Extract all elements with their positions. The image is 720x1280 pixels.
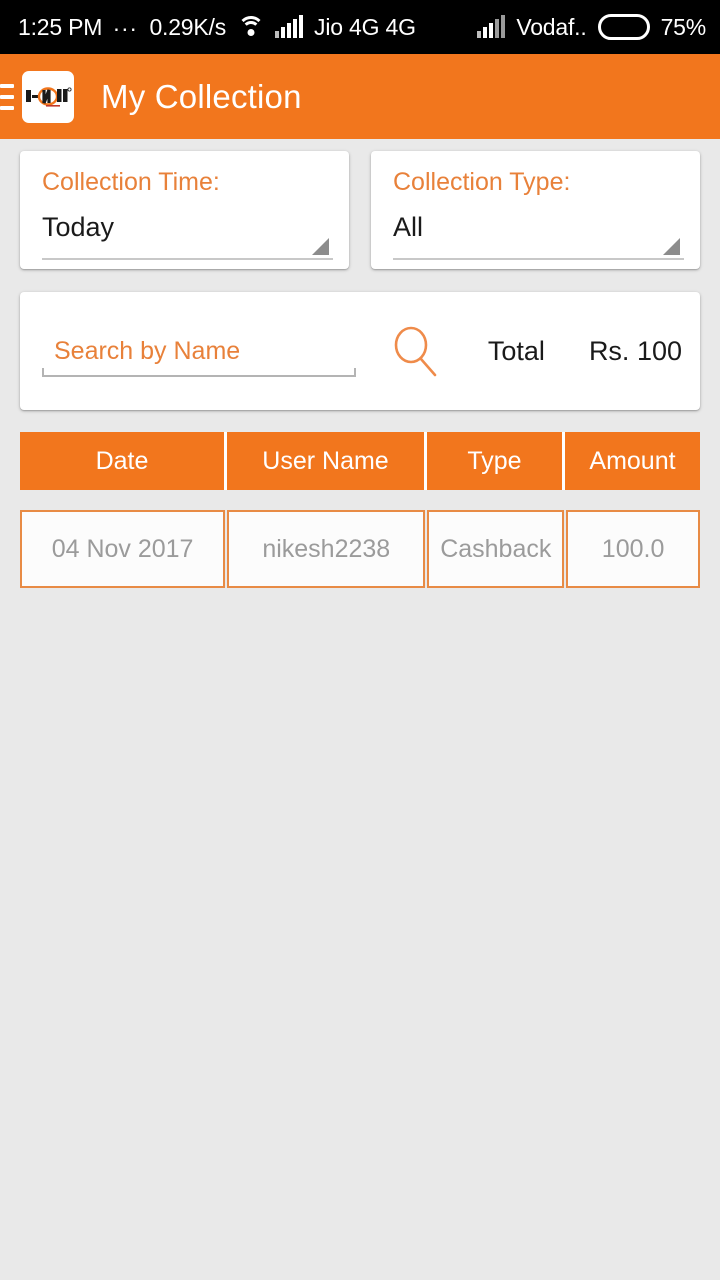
cell-amount: 100.0	[566, 510, 700, 588]
search-icon[interactable]	[384, 320, 446, 382]
app-bar: My Collection	[0, 54, 720, 139]
collection-time-filter-card: Collection Time: Today	[20, 151, 349, 269]
cell-type: Cashback	[427, 510, 565, 588]
collection-time-label: Collection Time:	[42, 168, 220, 196]
status-overflow-dots-icon: ...	[113, 9, 139, 36]
collection-time-value: Today	[42, 212, 115, 242]
search-icon-glyph	[394, 326, 437, 377]
sim2-signal-bars-icon	[477, 15, 506, 38]
wifi-icon	[237, 16, 265, 38]
cell-date: 04 Nov 2017	[20, 510, 226, 588]
search-card: Search by Name Total Rs. 100	[20, 292, 700, 410]
search-input-underline	[42, 368, 356, 377]
table-header-row: Date User Name Type Amount	[20, 432, 700, 490]
status-data-rate: 0.29K/s	[149, 13, 227, 40]
status-bar: 1:25 PM ... 0.29K/s Jio 4G 4G Vodaf.. 75…	[0, 0, 720, 54]
collection-type-label: Collection Type:	[393, 168, 571, 196]
battery-percent-label: 75%	[660, 13, 707, 40]
sim1-signal-bars-icon	[275, 15, 304, 38]
main-content: Collection Time: Today Collection Type: …	[0, 139, 720, 588]
cell-user-name: nikesh2238	[227, 510, 426, 588]
collection-type-spinner[interactable]: All	[393, 210, 684, 260]
spinner-dropdown-arrow-icon	[663, 238, 680, 255]
hamburger-menu-icon[interactable]	[0, 83, 14, 110]
spinner-dropdown-arrow-icon	[312, 238, 329, 255]
app-logo-glyph	[26, 86, 72, 107]
collection-type-filter-card: Collection Type: All	[371, 151, 700, 269]
status-bar-right: Vodaf.. 75%	[477, 14, 706, 41]
total-label: Total	[487, 335, 545, 366]
page-title: My Collection	[101, 77, 302, 115]
column-header-user-name[interactable]: User Name	[227, 432, 427, 490]
sim1-carrier-label: Jio 4G 4G	[314, 13, 416, 40]
collection-type-value: All	[393, 212, 424, 242]
table-row[interactable]: 04 Nov 2017 nikesh2238 Cashback 100.0	[20, 510, 700, 588]
status-bar-left: 1:25 PM ... 0.29K/s Jio 4G 4G	[18, 10, 477, 41]
battery-icon	[597, 14, 650, 40]
column-header-amount[interactable]: Amount	[565, 432, 700, 490]
search-field-wrapper[interactable]: Search by Name	[42, 315, 356, 387]
search-input[interactable]: Search by Name	[42, 337, 240, 366]
column-header-type[interactable]: Type	[427, 432, 565, 490]
collection-table: Date User Name Type Amount 04 Nov 2017 n…	[20, 432, 700, 588]
status-clock: 1:25 PM	[18, 13, 103, 40]
collection-time-spinner[interactable]: Today	[42, 210, 333, 260]
app-logo-icon	[22, 70, 74, 123]
total-amount-value: Rs. 100	[588, 335, 682, 366]
sim2-carrier-label: Vodaf..	[516, 13, 587, 40]
filters-row: Collection Time: Today Collection Type: …	[0, 139, 720, 269]
column-header-date[interactable]: Date	[20, 432, 227, 490]
